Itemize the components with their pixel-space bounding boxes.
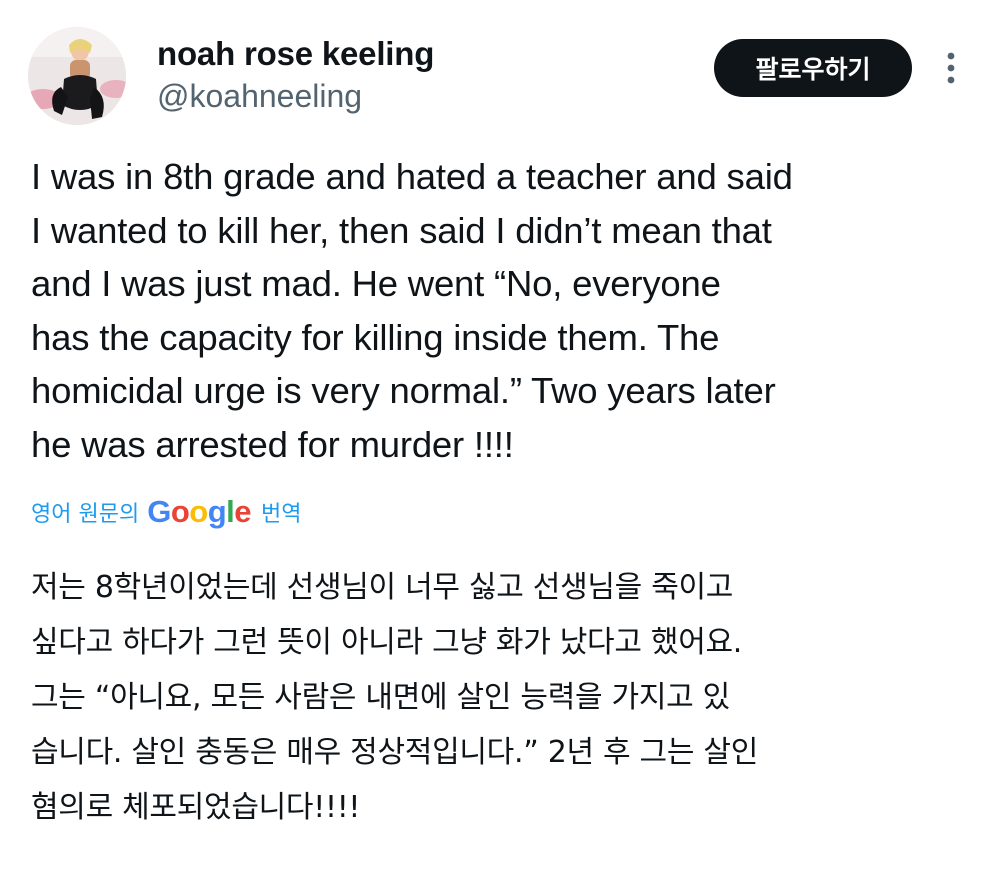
translated-text: 저는 8학년이었는데 선생님이 너무 싫고 선생님을 죽이고 싶다고 하다가 그… [31, 570, 758, 825]
avatar-photo [28, 27, 126, 125]
google-logo-letter: o [170, 494, 190, 529]
follow-button-label: 팔로우하기 [755, 55, 871, 84]
translate-suffix: 번역 [261, 502, 302, 527]
translate-link[interactable]: 영어 원문의 Google 번역 [31, 490, 302, 534]
translate-prefix: 영어 원문의 [31, 502, 140, 527]
follow-button[interactable]: 팔로우하기 [714, 39, 912, 97]
google-logo-letter: e [234, 494, 252, 529]
more-vertical-icon [947, 52, 955, 84]
google-logo-letter: o [189, 494, 208, 529]
tweet-text: I was in 8th grade and hated a teacher a… [31, 156, 793, 465]
more-options-button[interactable] [938, 50, 964, 86]
google-logo-letter: g [207, 494, 227, 529]
google-logo: Google [147, 494, 251, 530]
avatar[interactable] [28, 27, 126, 125]
display-name[interactable]: noah rose keeling [157, 34, 434, 74]
google-logo-letter: G [147, 494, 171, 529]
user-handle[interactable]: @koahneeling [157, 76, 362, 116]
tweet-card: noah rose keeling @koahneeling 팔로우하기 I w… [0, 0, 1000, 883]
